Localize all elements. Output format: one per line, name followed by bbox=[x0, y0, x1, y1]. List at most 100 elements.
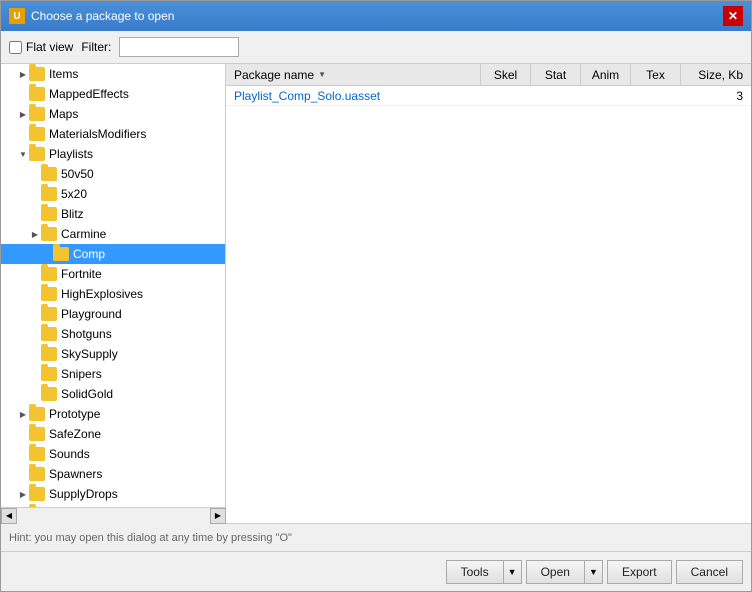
col-header-stat[interactable]: Stat bbox=[531, 64, 581, 85]
tree-item-playlists[interactable]: Playlists bbox=[1, 144, 225, 164]
tree-label-skysupply: SkySupply bbox=[61, 347, 118, 361]
close-button[interactable]: ✕ bbox=[723, 6, 743, 26]
folder-icon-prototype bbox=[29, 407, 45, 421]
status-bar: Hint: you may open this dialog at any ti… bbox=[1, 523, 751, 551]
tree-label-materialsmodifiers: MaterialsModifiers bbox=[49, 127, 146, 141]
tree-item-carmine[interactable]: Carmine bbox=[1, 224, 225, 244]
folder-icon-5x20 bbox=[41, 187, 57, 201]
folder-icon-carmine bbox=[41, 227, 57, 241]
bottom-buttons: Tools ▼ Open ▼ Export Cancel bbox=[1, 551, 751, 591]
expand-arrow-skysupply bbox=[29, 348, 41, 360]
tools-arrow-button[interactable]: ▼ bbox=[504, 560, 522, 584]
folder-icon-mappedeffects bbox=[29, 87, 45, 101]
tools-button[interactable]: Tools bbox=[446, 560, 504, 584]
titlebar: U Choose a package to open ✕ bbox=[1, 1, 751, 31]
expand-arrow-blitz bbox=[29, 208, 41, 220]
tree-item-mappedeffects[interactable]: MappedEffects bbox=[1, 84, 225, 104]
folder-icon-materialsmodifiers bbox=[29, 127, 45, 141]
tree-item-safezone[interactable]: SafeZone bbox=[1, 424, 225, 444]
tree-item-comp[interactable]: Comp bbox=[1, 244, 225, 264]
folder-icon-blitz bbox=[41, 207, 57, 221]
open-button[interactable]: Open bbox=[526, 560, 585, 584]
tree-label-sounds: Sounds bbox=[49, 447, 90, 461]
status-hint: Hint: you may open this dialog at any ti… bbox=[9, 532, 292, 544]
expand-arrow-5x20 bbox=[29, 188, 41, 200]
flat-view-label[interactable]: Flat view bbox=[9, 40, 73, 54]
hscroll-right-btn[interactable]: ▶ bbox=[210, 508, 226, 524]
sort-arrow: ▼ bbox=[318, 70, 326, 79]
folder-icon-spawners bbox=[29, 467, 45, 481]
expand-arrow-supplydrops[interactable] bbox=[17, 488, 29, 500]
table-body: Playlist_Comp_Solo.uasset 3 bbox=[226, 86, 751, 523]
folder-icon-safezone bbox=[29, 427, 45, 441]
tree-label-items: Items bbox=[49, 67, 78, 81]
cell-package-name: Playlist_Comp_Solo.uasset bbox=[226, 89, 481, 103]
tree-item-items[interactable]: Items bbox=[1, 64, 225, 84]
expand-arrow-spawners bbox=[17, 468, 29, 480]
cancel-button[interactable]: Cancel bbox=[676, 560, 743, 584]
expand-arrow-shotguns bbox=[29, 328, 41, 340]
expand-arrow-playlists[interactable] bbox=[17, 148, 29, 160]
tree-item-skysupply[interactable]: SkySupply bbox=[1, 344, 225, 364]
folder-icon-solidgold bbox=[41, 387, 57, 401]
tree-panel: Items MappedEffects Maps MaterialsModifiers… bbox=[1, 64, 226, 523]
open-arrow-button[interactable]: ▼ bbox=[585, 560, 603, 584]
table-header: Package name ▼ Skel Stat Anim Tex Size, … bbox=[226, 64, 751, 86]
folder-icon-maps bbox=[29, 107, 45, 121]
tree-item-5x20[interactable]: 5x20 bbox=[1, 184, 225, 204]
tree-label-blitz: Blitz bbox=[61, 207, 84, 221]
tree-label-prototype: Prototype bbox=[49, 407, 100, 421]
export-button[interactable]: Export bbox=[607, 560, 672, 584]
toolbar: Flat view Filter: bbox=[1, 31, 751, 64]
tree-item-playground[interactable]: Playground bbox=[1, 304, 225, 324]
tree-label-spawners: Spawners bbox=[49, 467, 102, 481]
expand-arrow-sounds bbox=[17, 448, 29, 460]
expand-arrow-materialsmodifiers bbox=[17, 128, 29, 140]
tree-label-mappedeffects: MappedEffects bbox=[49, 87, 129, 101]
tree-label-safezone: SafeZone bbox=[49, 427, 101, 441]
flat-view-checkbox[interactable] bbox=[9, 41, 22, 54]
filter-input[interactable] bbox=[119, 37, 239, 57]
tree-item-spawners[interactable]: Spawners bbox=[1, 464, 225, 484]
tree-item-supplydrops[interactable]: SupplyDrops bbox=[1, 484, 225, 504]
col-header-anim[interactable]: Anim bbox=[581, 64, 631, 85]
tree-label-maps: Maps bbox=[49, 107, 78, 121]
folder-icon-fortnite bbox=[41, 267, 57, 281]
col-header-name[interactable]: Package name ▼ bbox=[226, 64, 481, 85]
expand-arrow-playground bbox=[29, 308, 41, 320]
tree-item-sounds[interactable]: Sounds bbox=[1, 444, 225, 464]
dialog-title: Choose a package to open bbox=[31, 9, 174, 23]
tree-item-blitz[interactable]: Blitz bbox=[1, 204, 225, 224]
tree-item-highexplosives[interactable]: HighExplosives bbox=[1, 284, 225, 304]
table-row[interactable]: Playlist_Comp_Solo.uasset 3 bbox=[226, 86, 751, 106]
tree-label-carmine: Carmine bbox=[61, 227, 106, 241]
expand-arrow-maps[interactable] bbox=[17, 108, 29, 120]
tree-item-shotguns[interactable]: Shotguns bbox=[1, 324, 225, 344]
main-content: Items MappedEffects Maps MaterialsModifiers… bbox=[1, 64, 751, 523]
tree-label-playground: Playground bbox=[61, 307, 122, 321]
col-header-tex[interactable]: Tex bbox=[631, 64, 681, 85]
col-header-skel[interactable]: Skel bbox=[481, 64, 531, 85]
hscroll-left-btn[interactable]: ◀ bbox=[1, 508, 17, 524]
cell-size: 3 bbox=[681, 89, 751, 103]
tree-item-fortnite[interactable]: Fortnite bbox=[1, 264, 225, 284]
col-header-size[interactable]: Size, Kb bbox=[681, 64, 751, 85]
tools-btn-group: Tools ▼ bbox=[446, 560, 522, 584]
hscroll-track bbox=[17, 508, 210, 524]
tree-item-solidgold[interactable]: SolidGold bbox=[1, 384, 225, 404]
tree-item-50v50[interactable]: 50v50 bbox=[1, 164, 225, 184]
tree-item-materialsmodifiers[interactable]: MaterialsModifiers bbox=[1, 124, 225, 144]
tree-label-5x20: 5x20 bbox=[61, 187, 87, 201]
expand-arrow-carmine[interactable] bbox=[29, 228, 41, 240]
tree-label-supplydrops: SupplyDrops bbox=[49, 487, 118, 501]
tree-item-prototype[interactable]: Prototype bbox=[1, 404, 225, 424]
expand-arrow-highexplosives bbox=[29, 288, 41, 300]
tree-item-maps[interactable]: Maps bbox=[1, 104, 225, 124]
tree-item-snipers[interactable]: Snipers bbox=[1, 364, 225, 384]
expand-arrow-prototype[interactable] bbox=[17, 408, 29, 420]
tree-label-snipers: Snipers bbox=[61, 367, 102, 381]
expand-arrow-items[interactable] bbox=[17, 68, 29, 80]
folder-icon-supplydrops bbox=[29, 487, 45, 501]
open-btn-group: Open ▼ bbox=[526, 560, 603, 584]
expand-arrow-fortnite bbox=[29, 268, 41, 280]
